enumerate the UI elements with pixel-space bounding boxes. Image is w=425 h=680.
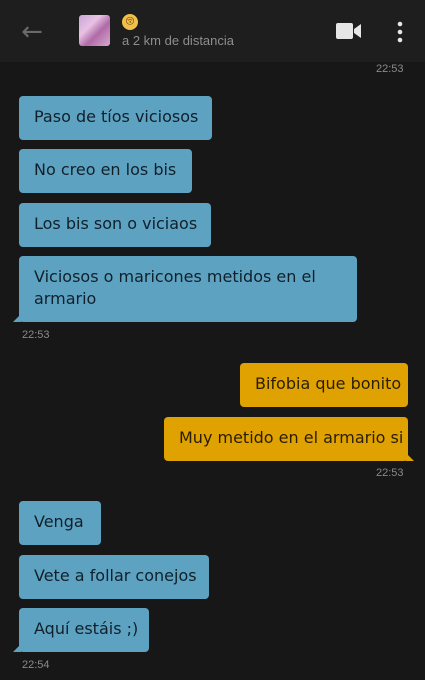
kiss-emoji-icon: 😚	[122, 14, 138, 30]
message-bubble-incoming[interactable]: Venga	[19, 501, 101, 545]
timestamp: 22:53	[376, 63, 404, 75]
avatar[interactable]	[79, 15, 110, 46]
message-bubble-incoming[interactable]: Paso de tíos viciosos	[19, 96, 212, 140]
message-bubble-incoming[interactable]: Vete a follar conejos	[19, 555, 209, 599]
more-options-icon[interactable]	[390, 20, 410, 44]
distance-label: a 2 km de distancia	[122, 33, 235, 48]
message-bubble-incoming[interactable]: No creo en los bis	[19, 149, 192, 193]
chat-header: ← 😚 a 2 km de distancia	[0, 0, 425, 62]
timestamp: 22:54	[22, 659, 50, 671]
back-arrow-icon[interactable]: ←	[16, 18, 48, 46]
video-call-icon[interactable]	[336, 22, 362, 40]
message-bubble-incoming[interactable]: Aquí estáis ;)	[13, 608, 149, 652]
message-bubble-outgoing[interactable]: Bifobia que bonito	[240, 363, 408, 407]
message-bubble-outgoing[interactable]: Muy metido en el armario si	[164, 417, 414, 461]
timestamp: 22:53	[22, 329, 50, 341]
message-bubble-incoming[interactable]: Viciosos o maricones metidos en el armar…	[13, 256, 357, 322]
timestamp: 22:53	[376, 467, 404, 479]
message-bubble-incoming[interactable]: Los bis son o viciaos	[19, 203, 211, 247]
